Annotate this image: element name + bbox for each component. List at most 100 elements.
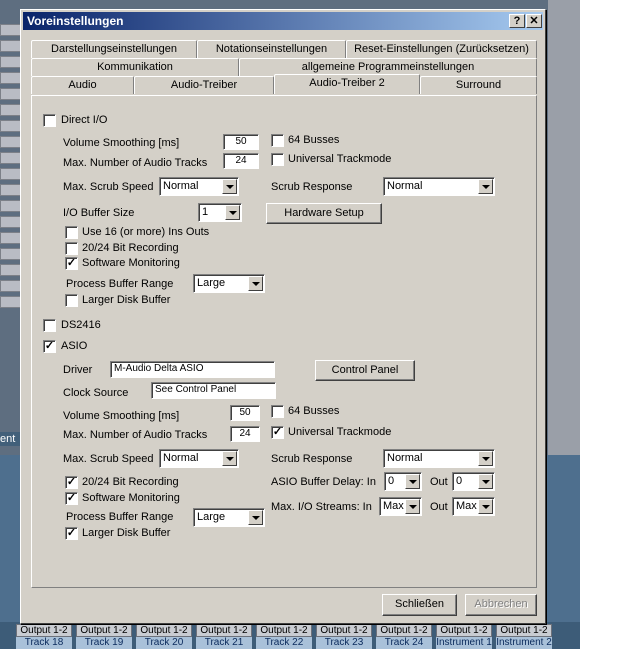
ds2416-checkbox[interactable] xyxy=(43,319,56,332)
asio-busses-checkbox[interactable] xyxy=(271,405,284,418)
buffer-size-value: 1 xyxy=(202,206,209,218)
chevron-down-icon[interactable] xyxy=(225,205,240,220)
background-track: Output 1-2 Track 20 xyxy=(136,624,192,649)
chevron-down-icon[interactable] xyxy=(248,276,263,291)
hardware-setup-button[interactable]: Hardware Setup xyxy=(266,203,382,224)
background-left-label: ent xyxy=(0,432,20,446)
track-output-label: Output 1-2 xyxy=(496,624,552,637)
driver-input[interactable]: M-Audio Delta ASIO xyxy=(110,361,275,378)
asio-software-monitoring-checkbox[interactable]: ✓ xyxy=(65,492,78,505)
busses-label: 64 Busses xyxy=(288,134,340,146)
background-track-button xyxy=(0,216,22,228)
background-track-button xyxy=(0,296,22,308)
asio-bit-recording-label: 20/24 Bit Recording xyxy=(82,476,179,488)
ds2416-label: DS2416 xyxy=(61,319,101,331)
scrub-speed-select[interactable]: Normal xyxy=(159,177,239,196)
close-icon[interactable]: ✕ xyxy=(526,14,542,28)
chevron-down-icon[interactable] xyxy=(478,474,493,489)
buffer-delay-in-select[interactable]: 0 xyxy=(384,472,422,491)
buffer-range-label: Process Buffer Range xyxy=(66,278,174,290)
asio-scrub-speed-select[interactable]: Normal xyxy=(159,449,239,468)
asio-scrub-response-select[interactable]: Normal xyxy=(383,449,495,468)
tab-surround[interactable]: Surround xyxy=(420,76,537,94)
chevron-down-icon[interactable] xyxy=(478,179,493,194)
tab-kommunikation[interactable]: Kommunikation xyxy=(31,58,239,76)
buffer-range-select[interactable]: Large xyxy=(193,274,265,293)
disk-buffer-label: Larger Disk Buffer xyxy=(82,294,171,306)
background-track-button xyxy=(0,184,22,196)
io-streams-out-label: Out xyxy=(430,501,448,513)
chevron-down-icon[interactable] xyxy=(478,499,493,514)
dialog-title: Voreinstellungen xyxy=(27,14,124,28)
background-track: Output 1-2 Track 19 xyxy=(76,624,132,649)
background-track-button xyxy=(0,56,22,68)
buffer-delay-out-label: Out xyxy=(430,476,448,488)
control-panel-button[interactable]: Control Panel xyxy=(315,360,415,381)
track-name-label: Track 19 xyxy=(76,637,132,649)
background-track-button xyxy=(0,264,22,276)
chevron-down-icon[interactable] xyxy=(222,179,237,194)
chevron-down-icon[interactable] xyxy=(222,451,237,466)
buffer-size-select[interactable]: 1 xyxy=(198,203,242,222)
track-name-label: Track 22 xyxy=(256,637,312,649)
asio-software-monitoring-label: Software Monitoring xyxy=(82,492,180,504)
background-track-button xyxy=(0,24,22,36)
buffer-delay-out-select[interactable]: 0 xyxy=(452,472,495,491)
software-monitoring-checkbox[interactable]: ✓ xyxy=(65,257,78,270)
background-track-button xyxy=(0,200,22,212)
busses-checkbox[interactable] xyxy=(271,134,284,147)
cancel-button[interactable]: Abbrechen xyxy=(465,594,537,616)
close-button[interactable]: Schließen xyxy=(382,594,457,616)
buffer-delay-out-value: 0 xyxy=(456,475,463,487)
background-track-button xyxy=(0,40,22,52)
asio-disk-buffer-label: Larger Disk Buffer xyxy=(82,527,171,539)
tab-audio-treiber[interactable]: Audio-Treiber xyxy=(134,76,274,94)
clock-source-input[interactable]: See Control Panel xyxy=(151,382,276,399)
asio-disk-buffer-checkbox[interactable]: ✓ xyxy=(65,527,78,540)
io-streams-in-select[interactable]: Max xyxy=(379,497,422,516)
track-name-label: Instrument 2 xyxy=(496,637,552,649)
asio-bit-recording-checkbox[interactable]: ✓ xyxy=(65,476,78,489)
max-tracks-label: Max. Number of Audio Tracks xyxy=(63,157,208,169)
tab-audio[interactable]: Audio xyxy=(31,76,134,94)
asio-busses-label: 64 Busses xyxy=(288,405,340,417)
use16-checkbox[interactable] xyxy=(65,226,78,239)
max-tracks-input[interactable]: 24 xyxy=(223,153,259,169)
asio-max-tracks-label: Max. Number of Audio Tracks xyxy=(63,429,208,441)
buffer-range-value: Large xyxy=(197,277,226,289)
disk-buffer-checkbox[interactable] xyxy=(65,294,78,307)
tab-audio-treiber-2[interactable]: Audio-Treiber 2 xyxy=(274,74,420,94)
asio-volume-smoothing-input[interactable]: 50 xyxy=(230,405,260,421)
chevron-down-icon[interactable] xyxy=(405,499,420,514)
direct-io-checkbox[interactable] xyxy=(43,114,56,127)
background-track-button xyxy=(0,280,22,292)
background-track: Output 1-2 Track 24 xyxy=(376,624,432,649)
dialog-titlebar[interactable]: Voreinstellungen ? ✕ xyxy=(23,12,543,30)
io-streams-out-select[interactable]: Max xyxy=(452,497,495,516)
trackmode-checkbox[interactable] xyxy=(271,153,284,166)
buffer-size-label: I/O Buffer Size xyxy=(63,207,135,219)
bit-recording-checkbox[interactable] xyxy=(65,242,78,255)
tab-darstellungseinstellungen[interactable]: Darstellungseinstellungen xyxy=(31,40,197,58)
chevron-down-icon[interactable] xyxy=(248,510,263,525)
driver-label: Driver xyxy=(63,364,93,376)
track-output-label: Output 1-2 xyxy=(136,624,192,637)
clock-source-label: Clock Source xyxy=(63,387,129,399)
scrub-speed-label: Max. Scrub Speed xyxy=(63,181,154,193)
software-monitoring-label: Software Monitoring xyxy=(82,257,180,269)
tab-reset-einstellungen[interactable]: Reset-Einstellungen (Zurücksetzen) xyxy=(346,40,537,58)
use16-label: Use 16 (or more) Ins Outs xyxy=(82,226,210,238)
asio-trackmode-checkbox[interactable]: ✓ xyxy=(271,426,284,439)
scrub-response-select[interactable]: Normal xyxy=(383,177,495,196)
asio-max-tracks-input[interactable]: 24 xyxy=(230,426,260,442)
chevron-down-icon[interactable] xyxy=(405,474,420,489)
asio-buffer-range-label: Process Buffer Range xyxy=(66,511,174,523)
asio-checkbox[interactable]: ✓ xyxy=(43,340,56,353)
asio-buffer-range-select[interactable]: Large xyxy=(193,508,265,527)
volume-smoothing-input[interactable]: 50 xyxy=(223,134,259,150)
track-name-label: Track 18 xyxy=(16,637,72,649)
track-output-label: Output 1-2 xyxy=(436,624,492,637)
help-button[interactable]: ? xyxy=(509,14,525,28)
chevron-down-icon[interactable] xyxy=(478,451,493,466)
tab-notationseinstellungen[interactable]: Notationseinstellungen xyxy=(197,40,346,58)
